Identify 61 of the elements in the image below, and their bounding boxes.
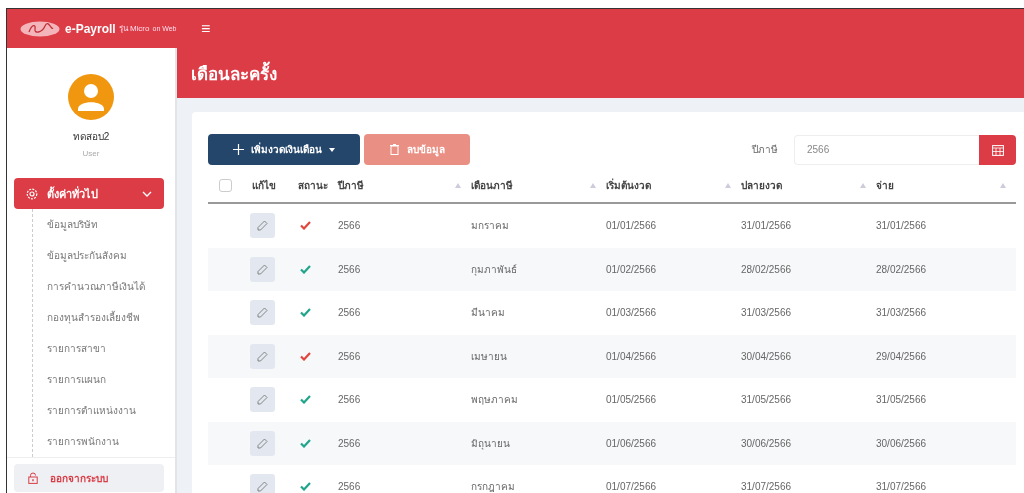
column-header[interactable]: สถานะ xyxy=(298,178,328,193)
table-cell: 2566 xyxy=(338,350,361,362)
edition-label: รุ่น Micro xyxy=(118,23,150,35)
table-cell: 30/04/2566 xyxy=(741,350,792,362)
table-cell-text: มีนาคม xyxy=(471,306,505,321)
table-cell: 31/01/2566 xyxy=(876,220,927,232)
brand-name: e-Payroll xyxy=(65,21,116,36)
table-cell: 2566 xyxy=(338,220,361,232)
sidebar-item[interactable]: รายการตำแหน่งงาน xyxy=(33,395,168,426)
column-header[interactable]: ปีภาษี xyxy=(338,178,364,193)
table-cell: 28/02/2566 xyxy=(741,263,792,275)
add-period-button[interactable]: เพิ่มงวดเงินเดือน xyxy=(208,134,360,165)
table-cell: 31/01/2566 xyxy=(741,220,792,232)
table-cell: 30/06/2566 xyxy=(876,437,927,449)
sidebar-item[interactable]: ข้อมูลบริษัท xyxy=(33,209,168,240)
year-label: ปีภาษี xyxy=(752,143,778,157)
sidebar-item[interactable]: รายการพนักงาน xyxy=(33,426,168,457)
user-role: User xyxy=(82,149,100,158)
menu-button[interactable]: ≡ xyxy=(197,20,215,37)
page-title: เดือนละครั้ง xyxy=(191,59,277,87)
table-cell: 2566 xyxy=(338,263,361,275)
table-cell: 29/04/2566 xyxy=(876,350,927,362)
table-cell: 31/03/2566 xyxy=(741,307,792,319)
table-cell: 2566 xyxy=(338,437,361,449)
table-cell: 01/07/2566 xyxy=(606,481,657,493)
table-cell: 31/05/2566 xyxy=(876,394,927,406)
table-cell: 31/05/2566 xyxy=(741,394,792,406)
table-cell: 01/02/2566 xyxy=(606,263,657,275)
year-field[interactable]: 2566 xyxy=(794,134,979,165)
table-cell-text: มกราคม xyxy=(471,219,509,234)
table-cell: 31/07/2566 xyxy=(741,481,792,493)
user-name: ทดสอบ2 xyxy=(72,130,110,144)
column-header[interactable]: แก้ไข xyxy=(252,178,276,193)
table-cell: 01/05/2566 xyxy=(606,394,657,406)
sidebar-item[interactable]: การคำนวณภาษีเงินได้ xyxy=(33,271,168,302)
table-cell: 01/01/2566 xyxy=(606,220,657,232)
table-cell-text: เมษายน xyxy=(471,349,507,364)
sidebar-item[interactable]: รายการแผนก xyxy=(33,364,168,395)
sidebar-item[interactable]: ข้อมูลประกันสังคม xyxy=(33,240,168,271)
logout-button[interactable]: ออกจากระบบ xyxy=(14,464,164,492)
table-cell-text: มิถุนายน xyxy=(471,436,510,451)
table-cell-text: กุมภาพันธ์ xyxy=(471,262,517,277)
table-cell: 31/07/2566 xyxy=(876,481,927,493)
table-cell-text: กรกฎาคม xyxy=(471,480,515,493)
table-cell: 2566 xyxy=(338,481,361,493)
table-cell-text: พฤษภาคม xyxy=(471,393,518,408)
table-cell: 31/03/2566 xyxy=(876,307,927,319)
table-cell: 01/04/2566 xyxy=(606,350,657,362)
sidebar-item[interactable]: กองทุนสำรองเลี้ยงชีพ xyxy=(33,302,168,333)
table-cell: 30/06/2566 xyxy=(741,437,792,449)
menu-group-header[interactable]: ตั้งค่าทั่วไป xyxy=(14,178,164,209)
sidebar-item[interactable]: รายการสาขา xyxy=(33,333,168,364)
column-header[interactable]: ปลายงวด xyxy=(741,178,782,193)
table-cell: 28/02/2566 xyxy=(876,263,927,275)
table-cell: 01/06/2566 xyxy=(606,437,657,449)
table-cell: 2566 xyxy=(338,394,361,406)
column-header[interactable]: เดือนภาษี xyxy=(471,178,513,193)
column-header[interactable]: เริ่มต้นงวด xyxy=(606,178,651,193)
table-cell: 2566 xyxy=(338,307,361,319)
column-header[interactable]: จ่าย xyxy=(876,178,894,193)
table-cell: 01/03/2566 xyxy=(606,307,657,319)
